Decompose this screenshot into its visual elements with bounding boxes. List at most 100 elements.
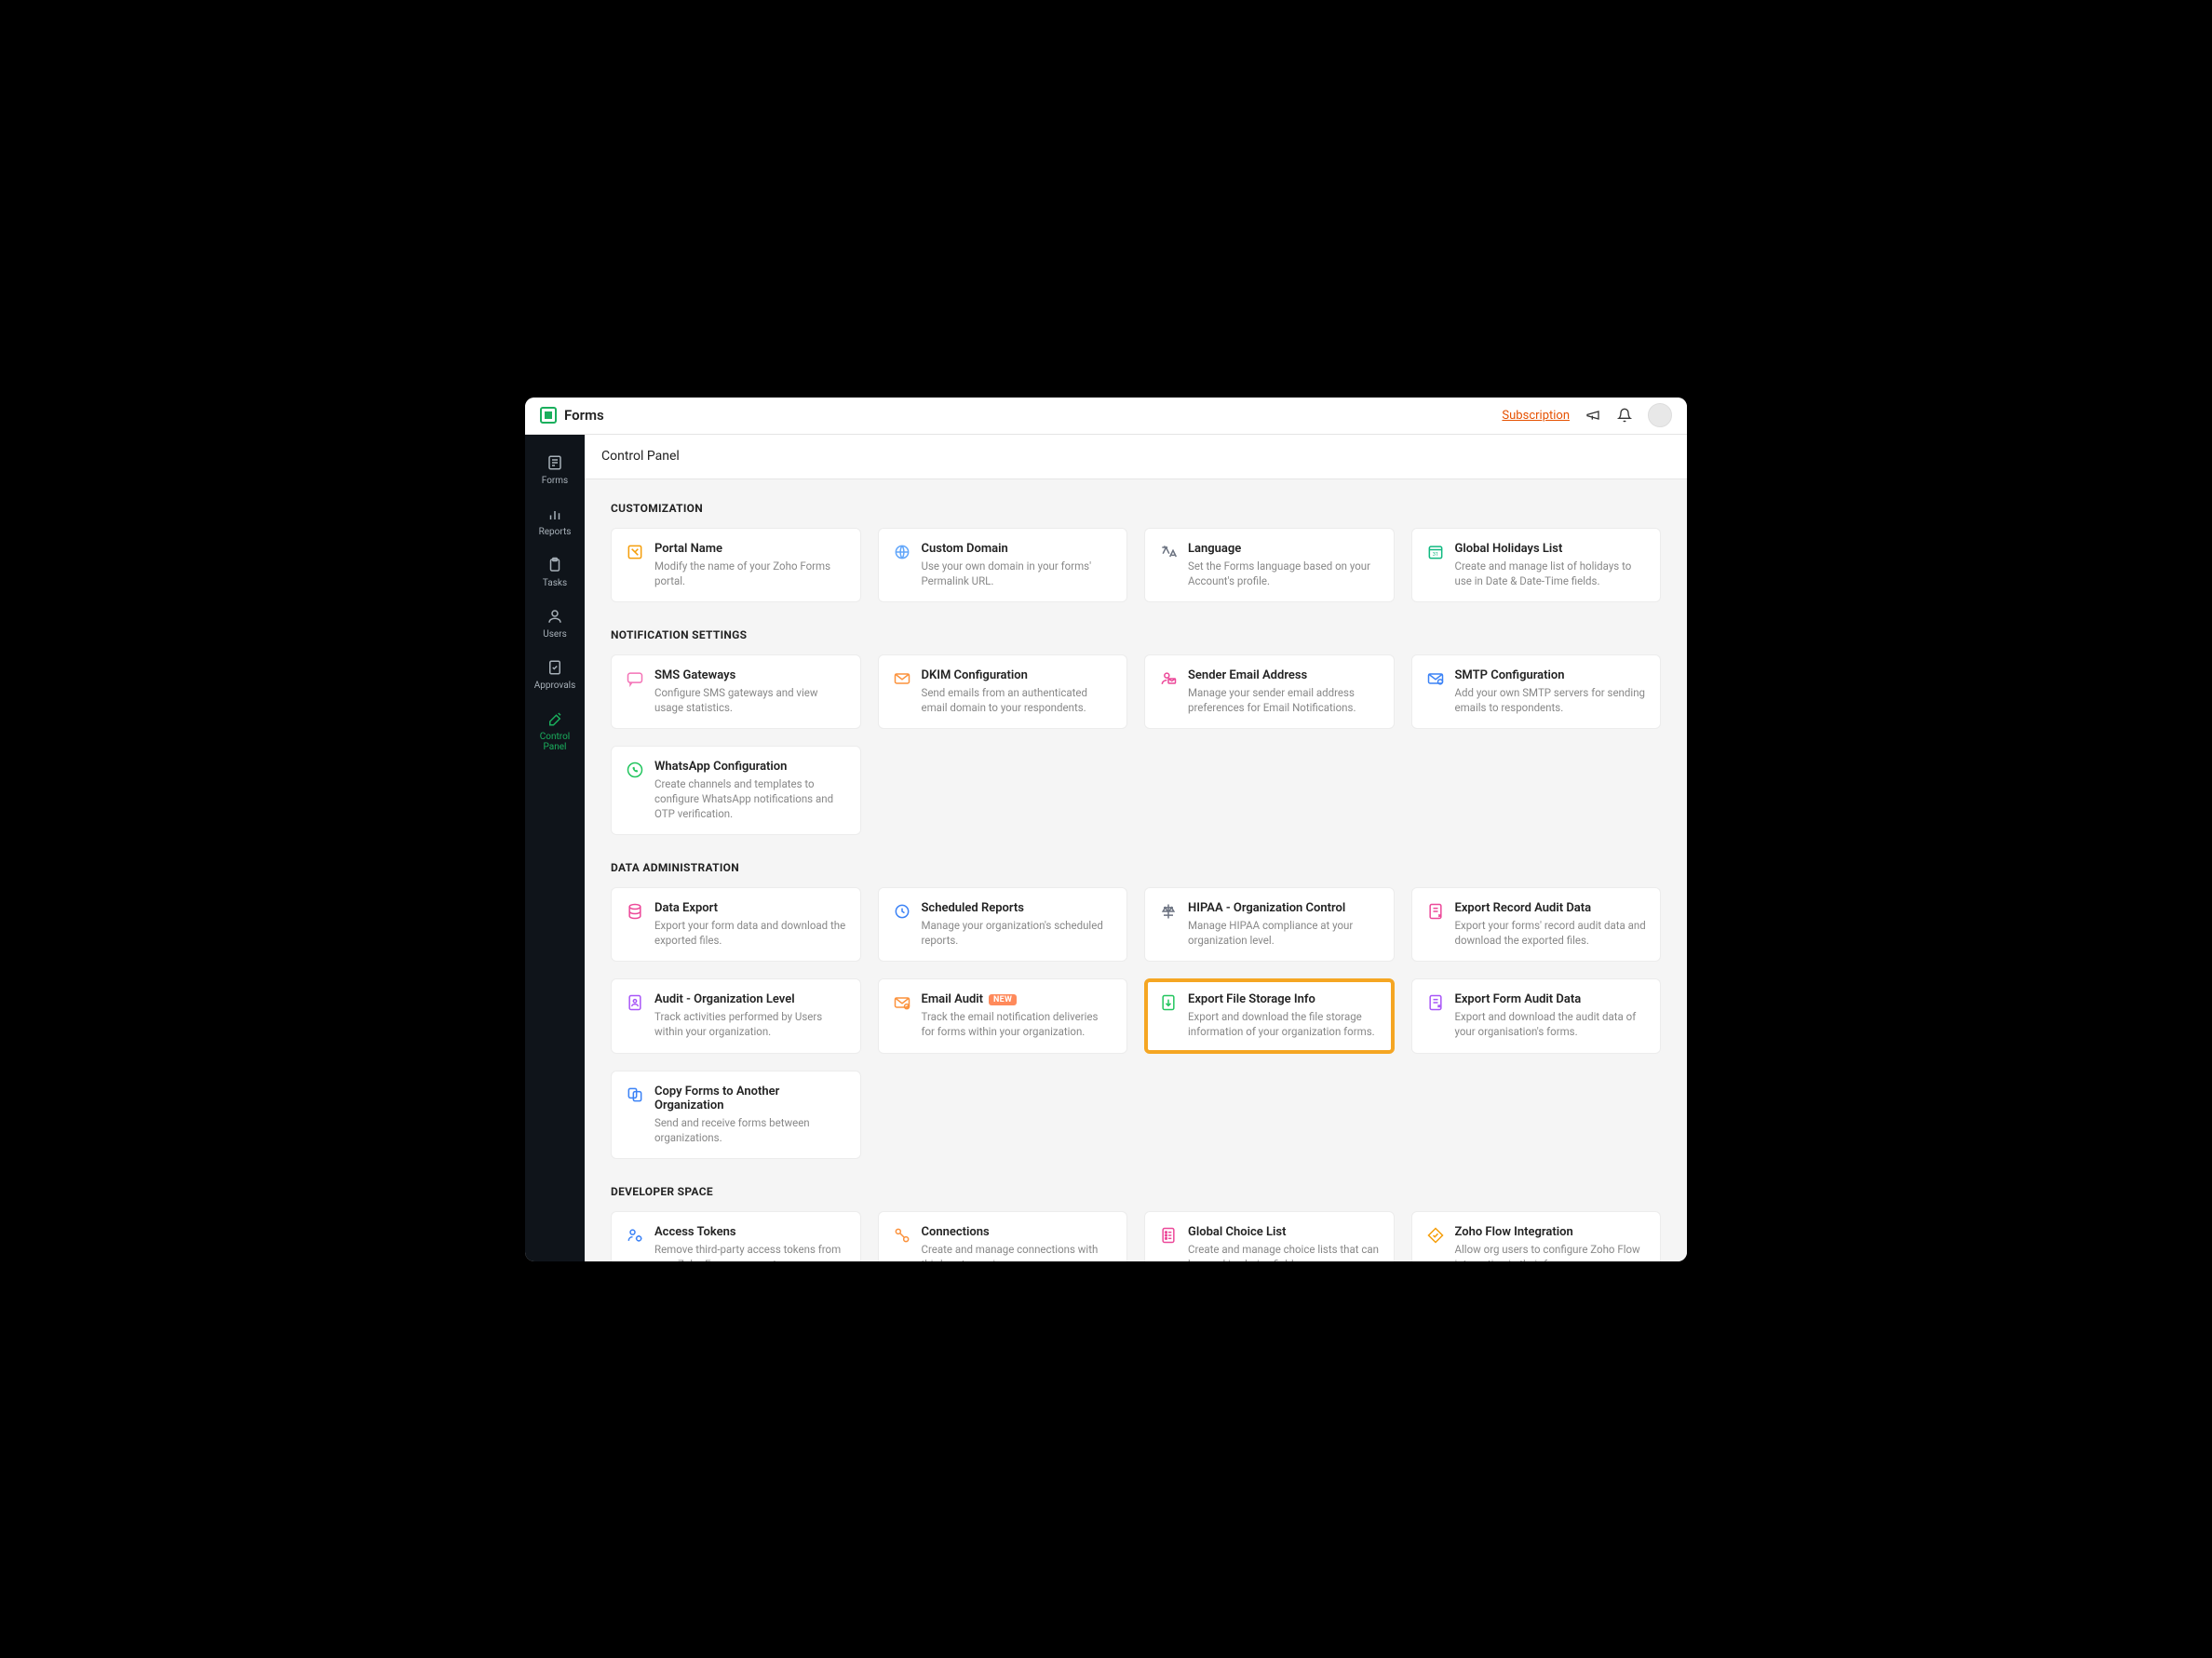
card-desc: Export your form data and download the e… <box>654 918 847 948</box>
card-audit-org[interactable]: Audit - Organization LevelTrack activiti… <box>611 978 861 1053</box>
svg-text:31: 31 <box>1432 552 1438 558</box>
section-title: CUSTOMIZATION <box>611 502 1661 515</box>
tools-icon <box>546 709 564 728</box>
card-connections[interactable]: Connections Create and manage connections… <box>878 1211 1128 1261</box>
card-title: WhatsApp Configuration <box>654 760 847 774</box>
card-desc: Allow org users to configure Zoho Flow i… <box>1455 1242 1648 1261</box>
card-desc: Send emails from an authenticated email … <box>922 685 1114 715</box>
card-body: Sender Email AddressManage your sender e… <box>1188 668 1381 715</box>
card-body: Custom Domain Use your own domain in your… <box>922 542 1114 588</box>
card-language[interactable]: LanguageSet the Forms language based on … <box>1144 528 1395 602</box>
sidebar-item-label: Users <box>543 629 567 640</box>
sender-email-icon <box>1158 668 1179 689</box>
subscription-link[interactable]: Subscription <box>1502 409 1570 423</box>
card-desc: Use your own domain in your forms' Perma… <box>922 559 1114 588</box>
audit-org-icon <box>625 992 645 1013</box>
global-choice-list-icon <box>1158 1225 1179 1246</box>
page-title: Control Panel <box>601 449 680 464</box>
card-smtp-config[interactable]: SMTP ConfigurationAdd your own SMTP serv… <box>1411 654 1662 729</box>
card-dkim-config[interactable]: DKIM Configuration Send emails from an au… <box>878 654 1128 729</box>
sidebar: Forms Reports Tasks Users <box>525 435 585 1261</box>
dkim-config-icon <box>892 668 912 689</box>
card-body: Portal NameModify the name of your Zoho … <box>654 542 847 588</box>
custom-domain-icon <box>892 542 912 562</box>
card-copy-forms[interactable]: Copy Forms to Another OrganizationSend a… <box>611 1071 861 1159</box>
card-body: Connections Create and manage connections… <box>922 1225 1114 1261</box>
card-sender-email[interactable]: Sender Email AddressManage your sender e… <box>1144 654 1395 729</box>
card-body: Email AuditNEWTrack the email notificati… <box>922 992 1114 1039</box>
email-audit-icon <box>892 992 912 1013</box>
card-body: WhatsApp ConfigurationCreate channels an… <box>654 760 847 821</box>
user-icon <box>546 607 564 626</box>
card-title: Connections <box>922 1225 1114 1239</box>
card-whatsapp-config[interactable]: WhatsApp ConfigurationCreate channels an… <box>611 746 861 835</box>
portal-name-icon <box>625 542 645 562</box>
export-file-storage-icon <box>1158 992 1179 1013</box>
header-right: Subscription <box>1502 403 1672 427</box>
card-export-record-audit[interactable]: Export Record Audit DataExport your form… <box>1411 887 1662 962</box>
card-desc: Manage your organization's scheduled rep… <box>922 918 1114 948</box>
announcement-icon[interactable] <box>1585 407 1601 424</box>
card-title: Global Choice List <box>1188 1225 1381 1239</box>
forms-logo-icon <box>540 407 557 424</box>
sidebar-item-label: Tasks <box>543 578 567 588</box>
whatsapp-config-icon <box>625 760 645 780</box>
sidebar-item-forms[interactable]: Forms <box>525 444 585 495</box>
card-body: SMS GatewaysConfigure SMS gateways and v… <box>654 668 847 715</box>
card-title: Custom Domain <box>922 542 1114 556</box>
card-title: Audit - Organization Level <box>654 992 847 1006</box>
card-export-form-audit[interactable]: Export Form Audit Data Export and downloa… <box>1411 978 1662 1053</box>
card-grid: SMS GatewaysConfigure SMS gateways and v… <box>611 654 1661 835</box>
card-portal-name[interactable]: Portal NameModify the name of your Zoho … <box>611 528 861 602</box>
card-custom-domain[interactable]: Custom Domain Use your own domain in your… <box>878 528 1128 602</box>
sms-gateways-icon <box>625 668 645 689</box>
card-global-holidays[interactable]: 31Global Holidays ListCreate and manage … <box>1411 528 1662 602</box>
sidebar-item-approvals[interactable]: Approvals <box>525 649 585 700</box>
sidebar-item-label: Control Panel <box>529 732 581 752</box>
card-desc: Create and manage connections with third… <box>922 1242 1114 1261</box>
card-data-export[interactable]: Data Export Export your form data and dow… <box>611 887 861 962</box>
card-body: Global Choice ListCreate and manage choi… <box>1188 1225 1381 1261</box>
content-scroll[interactable]: CUSTOMIZATION Portal NameModify the name … <box>585 479 1687 1261</box>
card-sms-gateways[interactable]: SMS GatewaysConfigure SMS gateways and v… <box>611 654 861 729</box>
card-global-choice-list[interactable]: Global Choice ListCreate and manage choi… <box>1144 1211 1395 1261</box>
form-icon <box>546 453 564 472</box>
card-scheduled-reports[interactable]: Scheduled ReportsManage your organizatio… <box>878 887 1128 962</box>
sidebar-item-control-panel[interactable]: Control Panel <box>525 700 585 762</box>
card-title: SMTP Configuration <box>1455 668 1648 682</box>
card-body: Export Record Audit DataExport your form… <box>1455 901 1648 948</box>
card-title: Data Export <box>654 901 847 915</box>
section-title: DEVELOPER SPACE <box>611 1185 1661 1198</box>
card-email-audit[interactable]: Email AuditNEWTrack the email notificati… <box>878 978 1128 1053</box>
bell-icon[interactable] <box>1616 407 1633 424</box>
card-hipaa-control[interactable]: HIPAA - Organization ControlManage HIPAA… <box>1144 887 1395 962</box>
copy-forms-icon <box>625 1085 645 1105</box>
card-title: Copy Forms to Another Organization <box>654 1085 847 1112</box>
sidebar-item-users[interactable]: Users <box>525 598 585 649</box>
card-title: SMS Gateways <box>654 668 847 682</box>
card-body: Access TokensRemove third-party access t… <box>654 1225 847 1261</box>
card-title: DKIM Configuration <box>922 668 1114 682</box>
brand[interactable]: Forms <box>540 407 604 424</box>
clipboard-icon <box>546 556 564 574</box>
card-access-tokens[interactable]: Access TokensRemove third-party access t… <box>611 1211 861 1261</box>
card-body: Export File Storage InfoExport and downl… <box>1188 992 1381 1039</box>
language-icon <box>1158 542 1179 562</box>
card-zoho-flow[interactable]: Zoho Flow IntegrationAllow org users to … <box>1411 1211 1662 1261</box>
card-body: DKIM Configuration Send emails from an au… <box>922 668 1114 715</box>
access-tokens-icon <box>625 1225 645 1246</box>
sidebar-item-reports[interactable]: Reports <box>525 495 585 546</box>
sidebar-item-tasks[interactable]: Tasks <box>525 546 585 598</box>
scheduled-reports-icon <box>892 901 912 922</box>
avatar[interactable] <box>1648 403 1672 427</box>
card-title: Language <box>1188 542 1381 556</box>
card-desc: Export and download the audit data of yo… <box>1455 1009 1648 1039</box>
card-grid: Access TokensRemove third-party access t… <box>611 1211 1661 1261</box>
data-export-icon <box>625 901 645 922</box>
section: NOTIFICATION SETTINGSSMS GatewaysConfigu… <box>611 628 1661 835</box>
card-export-file-storage[interactable]: Export File Storage InfoExport and downl… <box>1144 978 1395 1053</box>
card-desc: Manage HIPAA compliance at your organiza… <box>1188 918 1381 948</box>
card-title: Export Form Audit Data <box>1455 992 1648 1006</box>
global-holidays-icon: 31 <box>1425 542 1446 562</box>
card-body: LanguageSet the Forms language based on … <box>1188 542 1381 588</box>
